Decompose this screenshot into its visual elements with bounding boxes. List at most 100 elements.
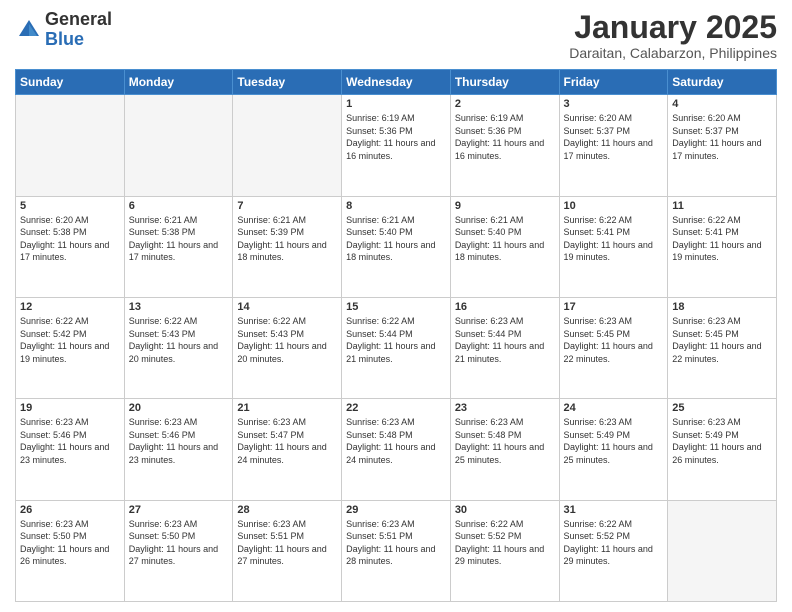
- calendar-week-4: 26 Sunrise: 6:23 AM Sunset: 5:50 PM Dayli…: [16, 500, 777, 601]
- day-number: 2: [455, 98, 555, 110]
- weekday-header-row: SundayMondayTuesdayWednesdayThursdayFrid…: [16, 70, 777, 95]
- day-number: 13: [129, 301, 229, 313]
- calendar-cell: 14Sunrise: 6:22 AM Sunset: 5:43 PM Dayli…: [233, 297, 342, 398]
- day-info: Sunrise: 6:23 AM Sunset: 5:51 PM Dayligh…: [237, 518, 337, 568]
- calendar-cell: 12 Sunrise: 6:22 AM Sunset: 5:42 PM Dayli…: [16, 297, 125, 398]
- calendar-cell: 21 Sunrise: 6:23 AM Sunset: 5:47 PM Dayli…: [233, 399, 342, 500]
- logo-general-text: General: [45, 10, 112, 30]
- month-title: January 2025: [569, 10, 777, 45]
- weekday-header-monday: Monday: [124, 70, 233, 95]
- day-info: Sunrise: 6:21 AM Sunset: 5:39 PM Dayligh…: [237, 214, 337, 264]
- day-info: Sunrise: 6:22 AM Sunset: 5:42 PM Dayligh…: [20, 315, 120, 365]
- day-number: 12: [20, 301, 120, 313]
- calendar-cell: 20Sunrise: 6:23 AM Sunset: 5:46 PM Dayli…: [124, 399, 233, 500]
- day-number: 17: [564, 301, 664, 313]
- calendar-cell: 23 Sunrise: 6:23 AM Sunset: 5:48 PM Dayli…: [450, 399, 559, 500]
- calendar-body: 1 Sunrise: 6:19 AM Sunset: 5:36 PM Daylig…: [16, 95, 777, 602]
- day-info: Sunrise: 6:22 AM Sunset: 5:44 PM Dayligh…: [346, 315, 446, 365]
- day-info: Sunrise: 6:21 AM Sunset: 5:40 PM Dayligh…: [455, 214, 555, 264]
- day-number: 1: [346, 98, 446, 110]
- location: Daraitan, Calabarzon, Philippines: [569, 45, 777, 61]
- calendar-cell: 25Sunrise: 6:23 AM Sunset: 5:49 PM Dayli…: [668, 399, 777, 500]
- day-info: Sunrise: 6:23 AM Sunset: 5:46 PM Dayligh…: [20, 416, 120, 466]
- calendar-cell: 24 Sunrise: 6:23 AM Sunset: 5:49 PM Dayli…: [559, 399, 668, 500]
- day-info: Sunrise: 6:23 AM Sunset: 5:45 PM Dayligh…: [672, 315, 772, 365]
- logo: General Blue: [15, 10, 112, 50]
- day-number: 22: [346, 402, 446, 414]
- calendar-cell: 27 Sunrise: 6:23 AM Sunset: 5:50 PM Dayli…: [124, 500, 233, 601]
- calendar-cell: 2Sunrise: 6:19 AM Sunset: 5:36 PM Daylig…: [450, 95, 559, 196]
- day-number: 3: [564, 98, 664, 110]
- day-number: 25: [672, 402, 772, 414]
- day-info: Sunrise: 6:22 AM Sunset: 5:41 PM Dayligh…: [564, 214, 664, 264]
- day-number: 9: [455, 200, 555, 212]
- day-info: Sunrise: 6:20 AM Sunset: 5:37 PM Dayligh…: [564, 112, 664, 162]
- day-number: 31: [564, 504, 664, 516]
- calendar-cell: [124, 95, 233, 196]
- calendar-cell: 8 Sunrise: 6:21 AM Sunset: 5:40 PM Daylig…: [342, 196, 451, 297]
- day-info: Sunrise: 6:23 AM Sunset: 5:48 PM Dayligh…: [455, 416, 555, 466]
- logo-blue-text: Blue: [45, 30, 112, 50]
- day-number: 28: [237, 504, 337, 516]
- day-number: 23: [455, 402, 555, 414]
- day-info: Sunrise: 6:23 AM Sunset: 5:47 PM Dayligh…: [237, 416, 337, 466]
- calendar-cell: 16 Sunrise: 6:23 AM Sunset: 5:44 PM Dayli…: [450, 297, 559, 398]
- calendar-cell: 18 Sunrise: 6:23 AM Sunset: 5:45 PM Dayli…: [668, 297, 777, 398]
- day-info: Sunrise: 6:23 AM Sunset: 5:48 PM Dayligh…: [346, 416, 446, 466]
- calendar-cell: 3 Sunrise: 6:20 AM Sunset: 5:37 PM Daylig…: [559, 95, 668, 196]
- day-info: Sunrise: 6:22 AM Sunset: 5:52 PM Dayligh…: [455, 518, 555, 568]
- weekday-header-sunday: Sunday: [16, 70, 125, 95]
- day-number: 24: [564, 402, 664, 414]
- day-number: 26: [20, 504, 120, 516]
- calendar-cell: 17Sunrise: 6:23 AM Sunset: 5:45 PM Dayli…: [559, 297, 668, 398]
- logo-icon: [15, 16, 43, 44]
- day-number: 27: [129, 504, 229, 516]
- calendar-cell: 6Sunrise: 6:21 AM Sunset: 5:38 PM Daylig…: [124, 196, 233, 297]
- calendar-cell: 29Sunrise: 6:23 AM Sunset: 5:51 PM Dayli…: [342, 500, 451, 601]
- day-info: Sunrise: 6:23 AM Sunset: 5:50 PM Dayligh…: [20, 518, 120, 568]
- day-number: 29: [346, 504, 446, 516]
- day-number: 5: [20, 200, 120, 212]
- day-number: 30: [455, 504, 555, 516]
- title-section: January 2025 Daraitan, Calabarzon, Phili…: [569, 10, 777, 61]
- day-number: 4: [672, 98, 772, 110]
- logo-text: General Blue: [45, 10, 112, 50]
- weekday-header-saturday: Saturday: [668, 70, 777, 95]
- day-number: 14: [237, 301, 337, 313]
- day-number: 19: [20, 402, 120, 414]
- day-number: 8: [346, 200, 446, 212]
- calendar-cell: 11Sunrise: 6:22 AM Sunset: 5:41 PM Dayli…: [668, 196, 777, 297]
- day-number: 20: [129, 402, 229, 414]
- day-info: Sunrise: 6:21 AM Sunset: 5:40 PM Dayligh…: [346, 214, 446, 264]
- day-number: 18: [672, 301, 772, 313]
- calendar-week-2: 12 Sunrise: 6:22 AM Sunset: 5:42 PM Dayli…: [16, 297, 777, 398]
- calendar-cell: 13 Sunrise: 6:22 AM Sunset: 5:43 PM Dayli…: [124, 297, 233, 398]
- day-number: 15: [346, 301, 446, 313]
- calendar-cell: [668, 500, 777, 601]
- day-info: Sunrise: 6:22 AM Sunset: 5:43 PM Dayligh…: [129, 315, 229, 365]
- calendar-cell: [16, 95, 125, 196]
- calendar-cell: [233, 95, 342, 196]
- day-info: Sunrise: 6:23 AM Sunset: 5:50 PM Dayligh…: [129, 518, 229, 568]
- day-info: Sunrise: 6:21 AM Sunset: 5:38 PM Dayligh…: [129, 214, 229, 264]
- day-number: 11: [672, 200, 772, 212]
- day-info: Sunrise: 6:20 AM Sunset: 5:38 PM Dayligh…: [20, 214, 120, 264]
- calendar-week-0: 1 Sunrise: 6:19 AM Sunset: 5:36 PM Daylig…: [16, 95, 777, 196]
- day-info: Sunrise: 6:20 AM Sunset: 5:37 PM Dayligh…: [672, 112, 772, 162]
- calendar-week-1: 5 Sunrise: 6:20 AM Sunset: 5:38 PM Daylig…: [16, 196, 777, 297]
- calendar-cell: 9 Sunrise: 6:21 AM Sunset: 5:40 PM Daylig…: [450, 196, 559, 297]
- weekday-header-tuesday: Tuesday: [233, 70, 342, 95]
- day-number: 10: [564, 200, 664, 212]
- weekday-header-thursday: Thursday: [450, 70, 559, 95]
- calendar-cell: 5 Sunrise: 6:20 AM Sunset: 5:38 PM Daylig…: [16, 196, 125, 297]
- day-number: 16: [455, 301, 555, 313]
- day-number: 21: [237, 402, 337, 414]
- header: General Blue January 2025 Daraitan, Cala…: [15, 10, 777, 61]
- day-info: Sunrise: 6:19 AM Sunset: 5:36 PM Dayligh…: [346, 112, 446, 162]
- day-info: Sunrise: 6:23 AM Sunset: 5:49 PM Dayligh…: [564, 416, 664, 466]
- calendar-cell: 19 Sunrise: 6:23 AM Sunset: 5:46 PM Dayli…: [16, 399, 125, 500]
- calendar-cell: 28 Sunrise: 6:23 AM Sunset: 5:51 PM Dayli…: [233, 500, 342, 601]
- day-info: Sunrise: 6:23 AM Sunset: 5:44 PM Dayligh…: [455, 315, 555, 365]
- calendar-cell: 4 Sunrise: 6:20 AM Sunset: 5:37 PM Daylig…: [668, 95, 777, 196]
- weekday-header-wednesday: Wednesday: [342, 70, 451, 95]
